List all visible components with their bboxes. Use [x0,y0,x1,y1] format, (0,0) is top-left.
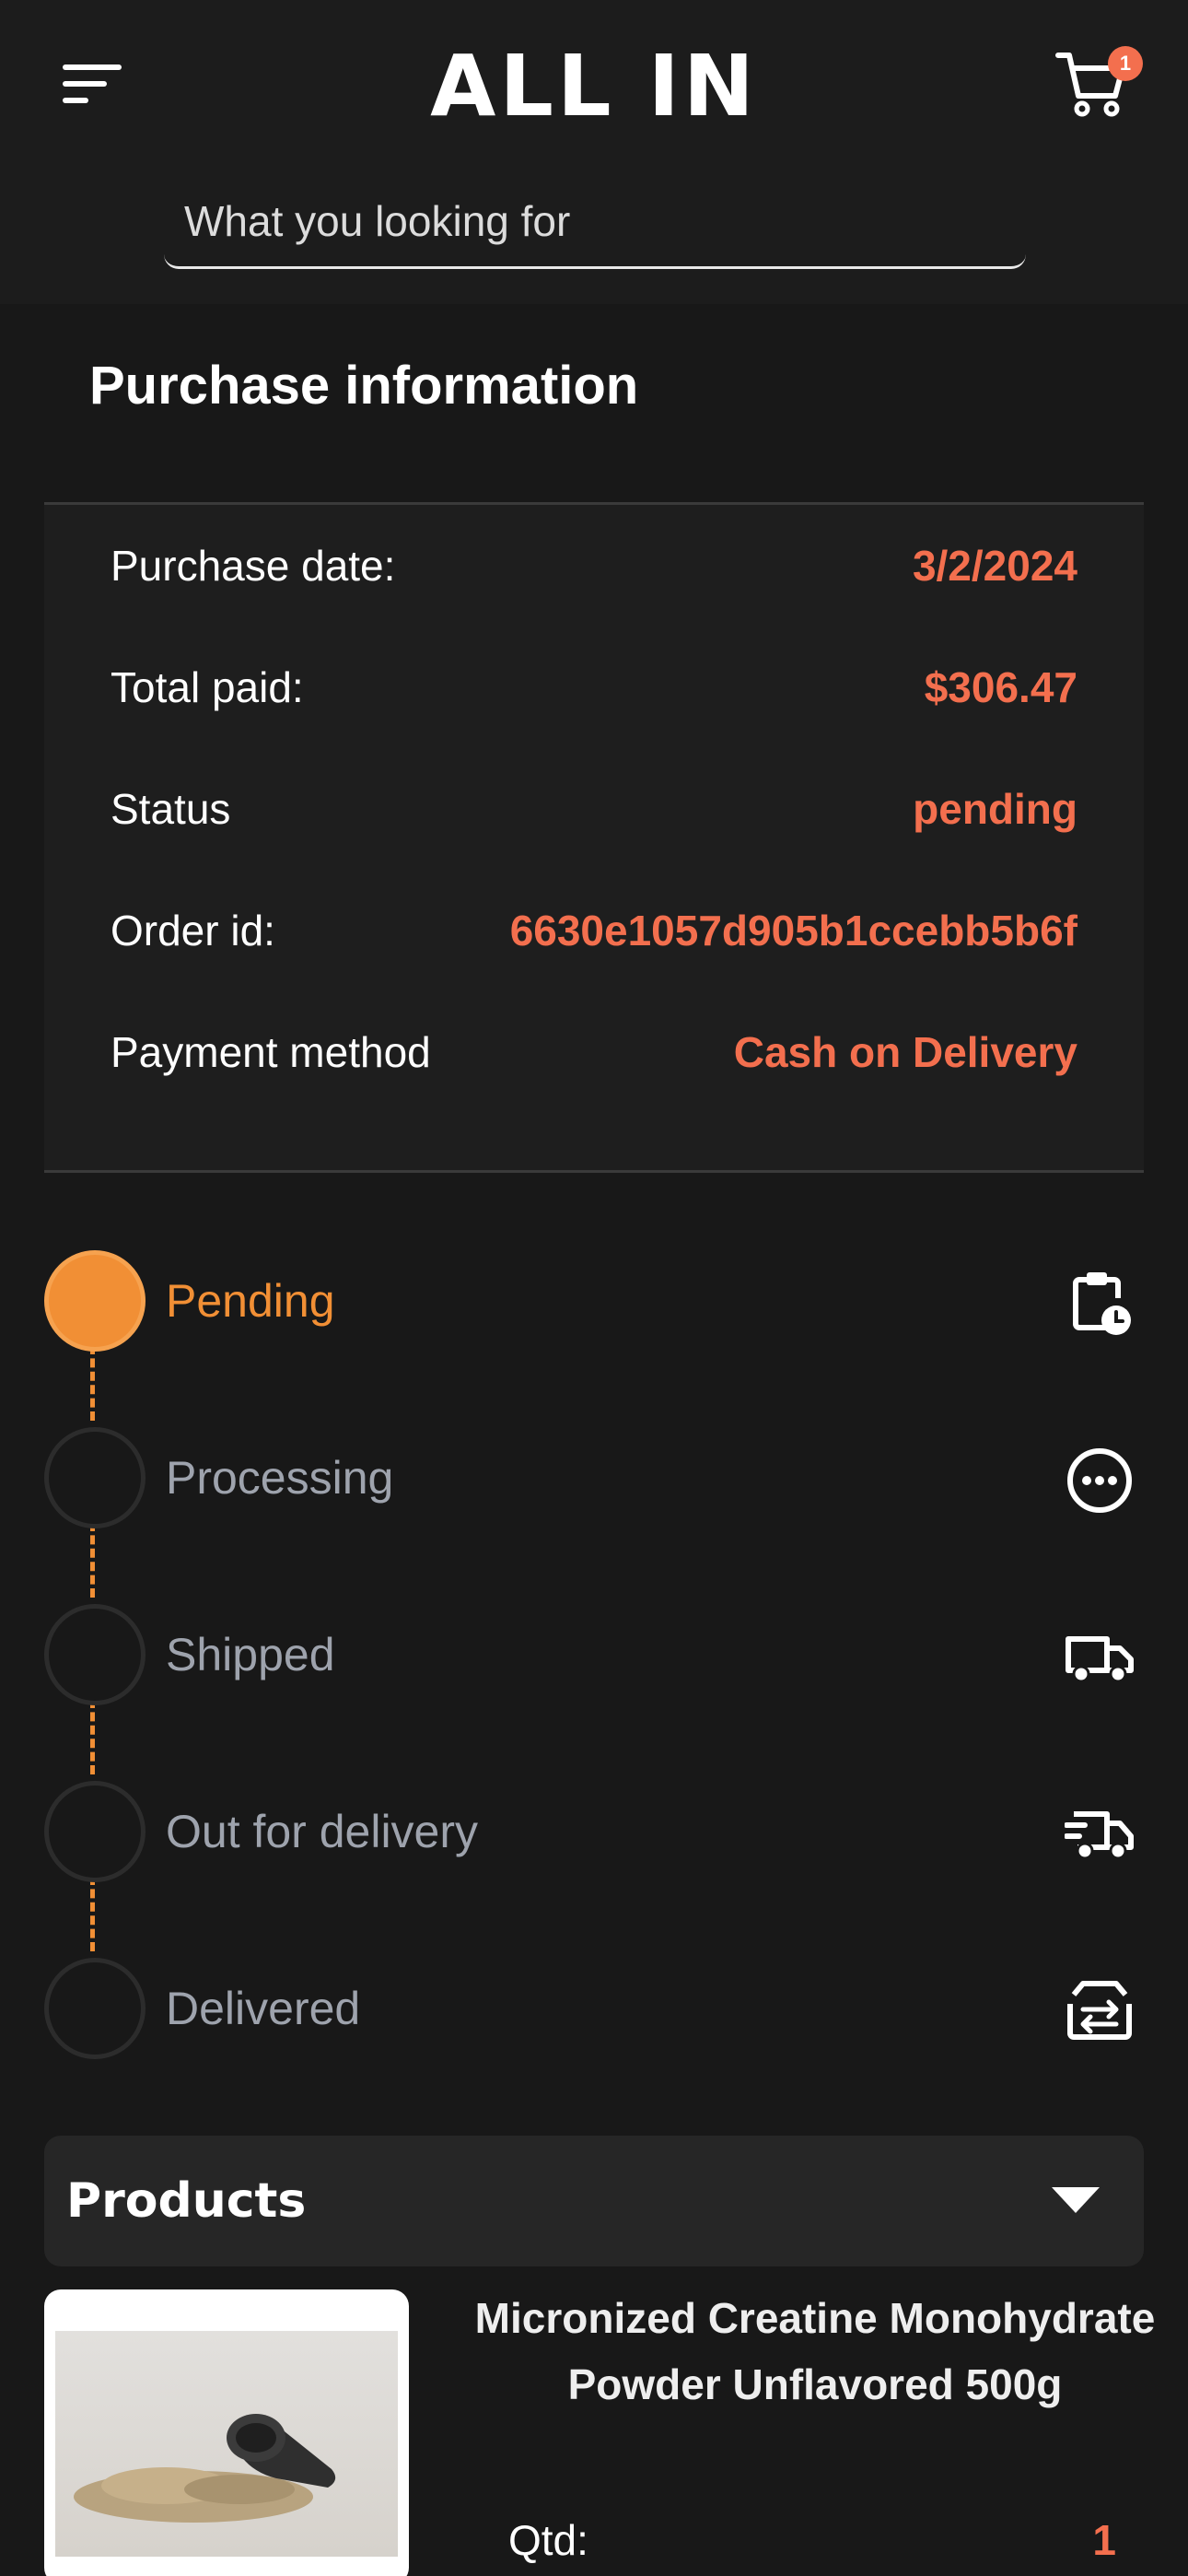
products-accordion[interactable]: Products [44,2136,1144,2266]
step-indicator [44,1427,146,1528]
info-label: Payment method [111,1028,431,1076]
timeline-connector [90,1876,95,1951]
ellipsis-circle-icon [1067,1448,1132,1513]
search-field[interactable] [164,175,1026,269]
creatine-powder-image [74,2414,336,2523]
fast-truck-icon [1065,1811,1134,1860]
step-label: Delivered [166,1983,361,2034]
product-image [55,2331,398,2557]
status-value: pending [913,785,1077,833]
timeline-step-delivered: Delivered [44,1958,1144,2059]
purchase-info-panel: Purchase date: 3/2/2024 Total paid: $306… [44,502,1144,1173]
step-label: Shipped [166,1629,335,1680]
info-value: $306.47 [924,663,1077,711]
step-indicator [44,1781,146,1882]
products-title: Products [66,2173,307,2229]
order-status-timeline: Pending Processing Shipped Out for deliv… [0,1235,1188,2119]
clipboard-clock-icon [1073,1272,1131,1335]
truck-icon [1066,1636,1134,1683]
timeline-step-processing: Processing [44,1427,1144,1528]
info-value: 3/2/2024 [912,542,1077,590]
timeline-connector [90,1699,95,1774]
timeline-connector [90,1522,95,1598]
order-id-value: 6630e1057d905b1ccebb5b6f [509,907,1077,954]
step-indicator [44,1250,146,1352]
app-logo[interactable]: ALL IN [0,37,1188,135]
page-title: Purchase information [89,356,639,416]
timeline-connector [90,1345,95,1421]
info-row-status: Status pending [111,748,1077,870]
info-label: Total paid: [111,663,304,711]
step-label: Out for delivery [166,1806,479,1857]
info-row-order-id: Order id: 6630e1057d905b1ccebb5b6f [111,870,1077,991]
quantity-label: Qtd: [508,2516,588,2564]
timeline-step-shipped: Shipped [44,1604,1144,1705]
caret-down-icon[interactable] [1052,2187,1100,2213]
step-indicator [44,1604,146,1705]
box-transfer-icon [1067,1981,1132,2040]
product-name: Micronized Creatine Monohydrate Powder U… [474,2294,1156,2408]
step-label: Processing [166,1452,394,1504]
info-label: Status [111,785,231,833]
info-row-date: Purchase date: 3/2/2024 [111,505,1077,626]
step-label: Pending [166,1275,335,1327]
timeline-step-out-for-delivery: Out for delivery [44,1781,1144,1882]
info-label: Purchase date: [111,542,396,590]
info-row-total: Total paid: $306.47 [111,626,1077,748]
info-label: Order id: [111,907,275,954]
timeline-step-pending: Pending [44,1250,1144,1352]
app-header: ALL IN 1 [0,0,1188,304]
quantity-value: 1 [1092,2516,1116,2564]
product-image-card[interactable] [44,2289,409,2576]
search-input[interactable] [164,175,1026,266]
cart-count-badge: 1 [1108,46,1143,81]
payment-method-value: Cash on Delivery [733,1028,1077,1076]
step-indicator [44,1958,146,2059]
info-row-payment: Payment method Cash on Delivery [111,991,1077,1113]
